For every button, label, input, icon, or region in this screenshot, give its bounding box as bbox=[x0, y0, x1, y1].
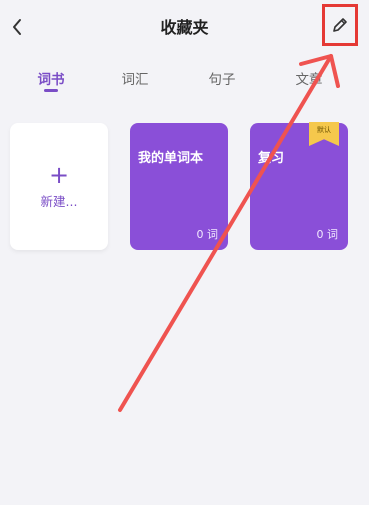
category-tabs: 词书 词汇 句子 文章 bbox=[0, 64, 369, 100]
plus-icon: + bbox=[48, 161, 70, 189]
tab-wordbooks[interactable]: 词书 bbox=[21, 68, 81, 88]
wordbook-card[interactable]: 我的单词本 0 词 bbox=[130, 123, 228, 250]
edit-button[interactable] bbox=[322, 4, 358, 46]
new-wordbook-card[interactable]: + 新建... bbox=[10, 123, 108, 250]
wordbook-card[interactable]: 默认 复习 0 词 bbox=[250, 122, 348, 250]
tab-sentences[interactable]: 句子 bbox=[192, 68, 252, 88]
wordbook-name: 复习 bbox=[258, 151, 285, 166]
default-badge: 默认 bbox=[309, 122, 339, 146]
pencil-icon bbox=[333, 18, 347, 32]
wordbook-word-count: 0 词 bbox=[196, 228, 219, 241]
tab-vocabulary[interactable]: 词汇 bbox=[105, 68, 165, 88]
page-title: 收藏夹 bbox=[160, 18, 209, 37]
tab-articles[interactable]: 文章 bbox=[279, 68, 339, 88]
top-bar: 收藏夹 bbox=[0, 0, 369, 56]
active-tab-indicator bbox=[44, 89, 58, 92]
new-wordbook-label: 新建... bbox=[40, 194, 78, 209]
wordbook-name: 我的单词本 bbox=[138, 151, 204, 166]
wordbook-word-count: 0 词 bbox=[316, 228, 339, 241]
